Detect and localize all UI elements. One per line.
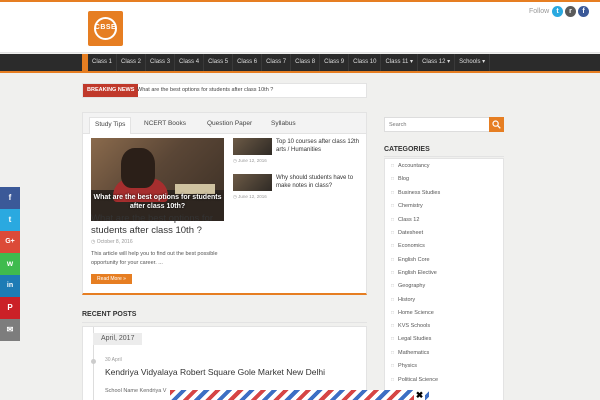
nav-item-class-3[interactable]: Class 3 — [146, 54, 176, 71]
facebook-share-icon[interactable]: f — [0, 187, 20, 209]
search-button[interactable] — [489, 117, 504, 132]
nav-item-class-8[interactable]: Class 8 — [291, 54, 321, 71]
twitter-share-icon[interactable]: t — [0, 209, 20, 231]
breaking-news-bar: BREAKING NEWS What are the best options … — [82, 83, 367, 98]
google-plus-share-icon[interactable]: G+ — [0, 231, 20, 253]
nav-item-class-10[interactable]: Class 10 — [349, 54, 382, 71]
side-post-date: ◷ June 12, 2016 — [233, 194, 267, 199]
category-english-core[interactable]: English Core — [391, 254, 430, 267]
close-icon[interactable]: ✖ — [414, 390, 425, 400]
side-post-title[interactable]: Why should students have to make notes i… — [276, 174, 364, 190]
category-political-science[interactable]: Political Science — [391, 374, 438, 387]
category-legal-studies[interactable]: Legal Studies — [391, 333, 431, 346]
search-input[interactable] — [385, 118, 489, 131]
nav-item-class-1[interactable]: Class 1 — [88, 54, 118, 71]
category-home-science[interactable]: Home Science — [391, 307, 434, 320]
featured-post-excerpt: This article will help you to find out t… — [91, 251, 218, 266]
nav-item-class-6[interactable]: Class 6 — [233, 54, 263, 71]
rss-icon[interactable]: r — [565, 6, 576, 17]
nav-item-class-5[interactable]: Class 5 — [204, 54, 234, 71]
featured-image-caption: What are the best options for students a… — [93, 194, 222, 210]
pinterest-share-icon[interactable]: P — [0, 297, 20, 319]
tab-bar: Study Tips NCERT Books Question Paper Sy… — [83, 113, 366, 134]
nav-item-class-2[interactable]: Class 2 — [117, 54, 147, 71]
category-physics[interactable]: Physics — [391, 360, 417, 373]
site-header: CBSE Follow t r f — [0, 2, 600, 53]
categories-list: Accountancy Blog Business Studies Chemis… — [384, 158, 504, 400]
side-post-title[interactable]: Top 10 courses after class 12th arts / H… — [276, 138, 364, 154]
side-post-thumbnail[interactable] — [233, 174, 272, 191]
nav-item-class-7[interactable]: Class 7 — [262, 54, 292, 71]
featured-post-title[interactable]: What are the best options for students a… — [91, 213, 231, 237]
tab-ncert-books[interactable]: NCERT Books — [139, 117, 191, 130]
recent-posts-timeline: April, 2017 30 April Kendriya Vidyalaya … — [82, 326, 367, 400]
nav-item-class-4[interactable]: Class 4 — [175, 54, 205, 71]
timeline-day: 30 April — [105, 357, 122, 363]
categories-divider — [384, 156, 504, 157]
nav-menu: Class 1 Class 2 Class 3 Class 4 Class 5 … — [82, 54, 491, 71]
side-post-thumbnail[interactable] — [233, 138, 272, 155]
recent-posts-divider — [82, 322, 367, 323]
floating-share-bar: f t G+ w in P ✉ — [0, 187, 20, 341]
popup-envelope: ✖ — [170, 390, 429, 400]
nav-item-schools[interactable]: Schools ▾ — [455, 54, 491, 71]
follow-label: Follow — [529, 8, 550, 15]
nav-item-class-11[interactable]: Class 11 ▾ — [381, 54, 419, 71]
category-history[interactable]: History — [391, 294, 415, 307]
category-blog[interactable]: Blog — [391, 173, 409, 186]
site-logo[interactable]: CBSE — [88, 11, 123, 46]
category-mathematics[interactable]: Mathematics — [391, 347, 429, 360]
image-student-head — [121, 148, 155, 188]
timeline-month: April, 2017 — [93, 333, 143, 345]
category-business-studies[interactable]: Business Studies — [391, 187, 440, 200]
category-geography[interactable]: Geography — [391, 280, 425, 293]
category-chemistry[interactable]: Chemistry — [391, 200, 423, 213]
email-share-icon[interactable]: ✉ — [0, 319, 20, 341]
category-accountancy[interactable]: Accountancy — [391, 160, 430, 173]
read-more-button[interactable]: Read More » — [91, 274, 132, 284]
logo-text: CBSE — [94, 24, 117, 31]
categories-heading: CATEGORIES — [384, 146, 430, 153]
recent-post-title[interactable]: Kendriya Vidyalaya Robert Square Gole Ma… — [105, 367, 325, 377]
tab-question-paper[interactable]: Question Paper — [202, 117, 257, 130]
nav-item-class-9[interactable]: Class 9 — [320, 54, 350, 71]
recent-posts-heading: RECENT POSTS — [82, 311, 137, 318]
featured-post-image[interactable]: What are the best options for students a… — [91, 138, 224, 221]
category-english-elective[interactable]: English Elective — [391, 267, 437, 280]
category-kvs-schools[interactable]: KVS Schools — [391, 320, 430, 333]
side-post-date: ◷ June 12, 2016 — [233, 158, 267, 163]
tabbed-posts-box: Study Tips NCERT Books Question Paper Sy… — [82, 112, 367, 295]
breaking-news-label: BREAKING NEWS — [83, 84, 139, 97]
tab-syllabus[interactable]: Syllabus — [266, 117, 301, 130]
linkedin-share-icon[interactable]: in — [0, 275, 20, 297]
breaking-news-link[interactable]: What are the best options for students a… — [137, 84, 273, 97]
nav-item-class-12[interactable]: Class 12 ▾ — [418, 54, 456, 71]
category-datesheet[interactable]: Datesheet — [391, 227, 423, 240]
featured-post-date: ◷ October 8, 2016 — [91, 239, 133, 245]
facebook-icon[interactable]: f — [578, 6, 589, 17]
category-economics[interactable]: Economics — [391, 240, 425, 253]
whatsapp-share-icon[interactable]: w — [0, 253, 20, 275]
category-class-12[interactable]: Class 12 — [391, 214, 419, 227]
timeline-dot — [91, 359, 96, 364]
search-icon — [492, 120, 501, 129]
recent-post-excerpt: School Name Kendriya V — [105, 388, 167, 394]
tab-study-tips[interactable]: Study Tips — [89, 117, 132, 134]
search-box — [384, 117, 504, 132]
main-nav: Class 1 Class 2 Class 3 Class 4 Class 5 … — [0, 54, 600, 73]
twitter-icon[interactable]: t — [552, 6, 563, 17]
